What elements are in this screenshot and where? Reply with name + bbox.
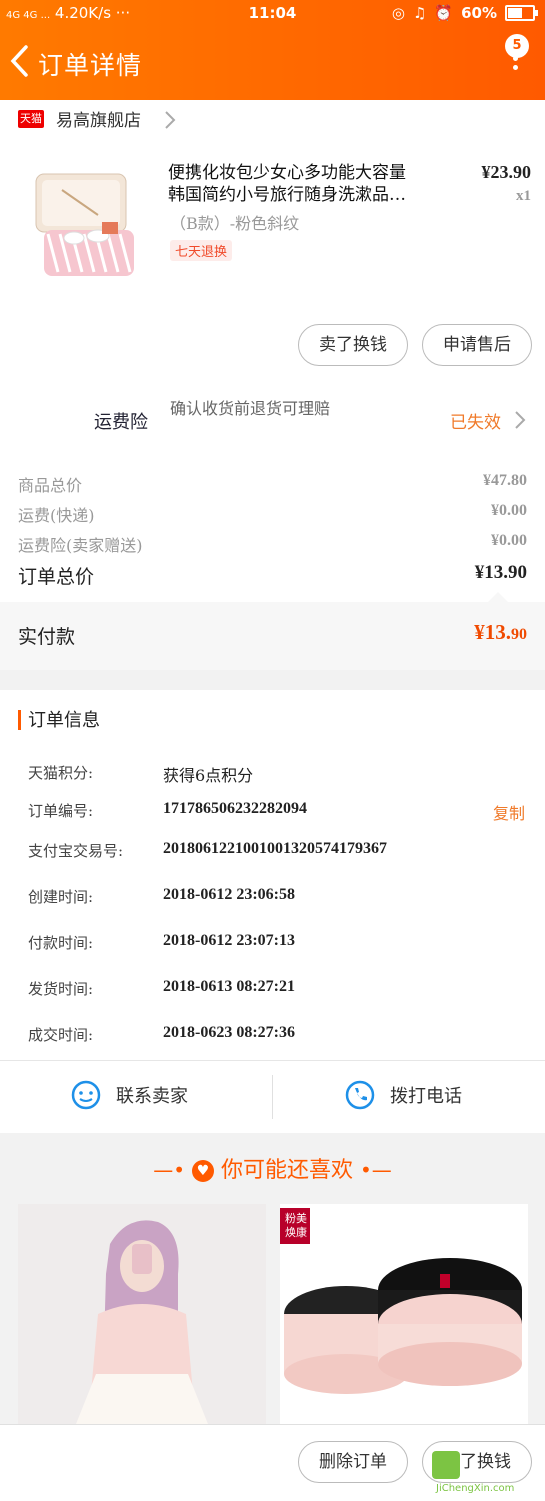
chat-bubble-icon <box>71 1080 101 1110</box>
order-total-row: 订单总价 ¥13.90 <box>18 562 527 589</box>
product-photo-powder <box>280 1204 528 1424</box>
status-right: ◎ ♫ ⏰ 60% <box>391 4 538 22</box>
phone-icon <box>345 1080 375 1110</box>
info-key: 天猫积分: <box>28 764 94 782</box>
more-dot-icon <box>512 56 518 61</box>
page-title: 订单详情 <box>38 51 143 80</box>
chevron-right-icon <box>165 111 176 129</box>
dash-left-icon: —• <box>153 1158 185 1182</box>
divider <box>272 1075 273 1119</box>
insurance-status: 已失效 <box>450 413 501 433</box>
info-key: 付款时间: <box>28 934 94 952</box>
product-qty: x1 <box>516 188 531 204</box>
info-value: 2018-0612 23:06:58 <box>163 886 295 903</box>
section-title: 订单信息 <box>28 710 100 731</box>
info-value: 获得6点积分 <box>163 766 254 785</box>
contact-seller-label: 联系卖家 <box>116 1086 188 1107</box>
chevron-left-icon <box>10 45 28 77</box>
order-info-section: 订单信息 天猫积分: 获得6点积分 订单编号: 1717865062322820… <box>0 690 545 1060</box>
dash-right-icon: •— <box>360 1158 392 1182</box>
summary-label: 运费险(卖家赠送) <box>18 536 143 555</box>
battery-percent: 60% <box>461 4 497 22</box>
info-value: 2018061221001001320574179367 <box>163 840 387 857</box>
info-value: 171786506232282094 <box>163 800 307 817</box>
info-value: 2018-0613 08:27:21 <box>163 978 295 995</box>
status-bar: 4G 4G ... 4.20K/s ··· 11:04 ◎ ♫ ⏰ 60% <box>0 0 545 28</box>
summary-label: 运费(快递) <box>18 506 95 525</box>
pointer-arrow <box>488 592 508 602</box>
contact-seller-button[interactable]: 联系卖家 <box>70 1079 188 1111</box>
shop-name[interactable]: 易高旗舰店 <box>56 106 141 131</box>
info-row-alipay: 支付宝交易号: 2018061221001001320574179367 <box>28 840 525 861</box>
paid-value-decimal: 90 <box>511 626 527 643</box>
headset-icon: ◎ <box>391 4 405 22</box>
summary-label: 商品总价 <box>18 476 83 495</box>
info-row-completed: 成交时间: 2018-0623 08:27:36 <box>28 1024 525 1045</box>
paid-value: ¥13.90 <box>474 620 527 645</box>
more-menu-button[interactable] <box>511 52 519 74</box>
paid-row: 实付款 ¥13.90 <box>0 602 545 670</box>
mute-icon: ♫ <box>412 4 427 22</box>
recommend-header: —• ♥ 你可能还喜欢 •— <box>0 1152 545 1184</box>
insurance-label: 运费险 <box>94 412 148 433</box>
recommend-product-2[interactable]: 粉美焕康 <box>280 1204 528 1424</box>
battery-icon <box>505 5 538 21</box>
delete-order-button[interactable]: 删除订单 <box>298 1441 408 1483</box>
summary-value: ¥0.00 <box>491 532 527 549</box>
info-key: 创建时间: <box>28 888 94 906</box>
info-row-shipped: 发货时间: 2018-0613 08:27:21 <box>28 978 525 999</box>
summary-value: ¥47.80 <box>483 472 527 489</box>
product-price: ¥23.90 <box>481 162 532 182</box>
info-row-points: 天猫积分: 获得6点积分 <box>28 762 525 786</box>
shipping-insurance-row[interactable]: 运费险 确认收货前退货可理赔 已失效 <box>0 400 545 456</box>
app-header: 4G 4G ... 4.20K/s ··· 11:04 ◎ ♫ ⏰ 60% 订单… <box>0 0 545 100</box>
tmall-badge: 天猫 <box>18 110 44 128</box>
product-title-line-1: 便携化妆包少女心多功能大容量 <box>168 163 406 183</box>
after-sale-button[interactable]: 申请售后 <box>422 324 532 366</box>
bottom-action-bar: 删除订单 卖了换钱 JiChengXin.com <box>0 1424 545 1501</box>
info-value: 2018-0612 23:07:13 <box>163 932 295 949</box>
recommend-title: 你可能还喜欢 <box>220 1158 353 1183</box>
watermark-text: JiChengXin.com <box>436 1483 515 1494</box>
info-key: 支付宝交易号: <box>28 842 124 860</box>
product-title-line-2: 韩国简约小号旅行随身洗漱品… <box>168 185 406 205</box>
order-total-label: 订单总价 <box>18 566 95 588</box>
info-key: 发货时间: <box>28 980 94 998</box>
order-total-value: ¥13.90 <box>474 562 527 583</box>
paid-value-main: ¥13. <box>474 620 511 644</box>
recommend-product-1[interactable] <box>18 1204 266 1424</box>
brand-badge: 粉美焕康 <box>285 1212 307 1239</box>
call-button[interactable]: 拨打电话 <box>344 1079 462 1111</box>
alarm-icon: ⏰ <box>434 4 454 22</box>
info-value: 2018-0623 08:27:36 <box>163 1024 295 1041</box>
product-card: 天猫 易高旗舰店 便携化妆包少女心多功能大容量 韩国简约小号旅行随身洗漱品… ¥… <box>0 100 545 400</box>
cosmetic-bag-image <box>18 160 148 290</box>
chevron-right-icon <box>515 411 526 429</box>
section-accent-bar <box>18 710 21 730</box>
info-key: 订单编号: <box>28 802 94 820</box>
price-summary: 商品总价 ¥47.80 运费(快递) ¥0.00 运费险(卖家赠送) ¥0.00… <box>0 456 545 602</box>
product-image[interactable] <box>18 160 148 290</box>
info-key: 成交时间: <box>28 1026 94 1044</box>
product-photo-girl <box>18 1204 266 1424</box>
summary-row: 运费(快递) ¥0.00 <box>18 502 527 526</box>
info-row-paid: 付款时间: 2018-0612 23:07:13 <box>28 932 525 953</box>
summary-row: 商品总价 ¥47.80 <box>18 472 527 496</box>
back-button[interactable] <box>8 44 32 80</box>
copy-order-number-button[interactable]: 复制 <box>493 800 525 824</box>
info-row-order-number: 订单编号: 171786506232282094 <box>28 800 525 821</box>
product-title[interactable]: 便携化妆包少女心多功能大容量 韩国简约小号旅行随身洗漱品… <box>168 162 453 206</box>
product-sku: （B款）-粉色斜纹 <box>170 214 300 233</box>
resell-button[interactable]: 卖了换钱 <box>298 324 408 366</box>
call-label: 拨打电话 <box>390 1086 462 1107</box>
watermark-logo-icon <box>432 1451 460 1479</box>
info-row-created: 创建时间: 2018-0612 23:06:58 <box>28 886 525 907</box>
summary-row: 运费险(卖家赠送) ¥0.00 <box>18 532 527 556</box>
return-policy-tag: 七天退换 <box>170 240 233 261</box>
heart-icon: ♥ <box>191 1160 214 1182</box>
summary-value: ¥0.00 <box>491 502 527 519</box>
contact-bar: 联系卖家 拨打电话 <box>0 1060 545 1133</box>
insurance-desc: 确认收货前退货可理赔 <box>170 399 331 418</box>
paid-label: 实付款 <box>18 626 76 648</box>
